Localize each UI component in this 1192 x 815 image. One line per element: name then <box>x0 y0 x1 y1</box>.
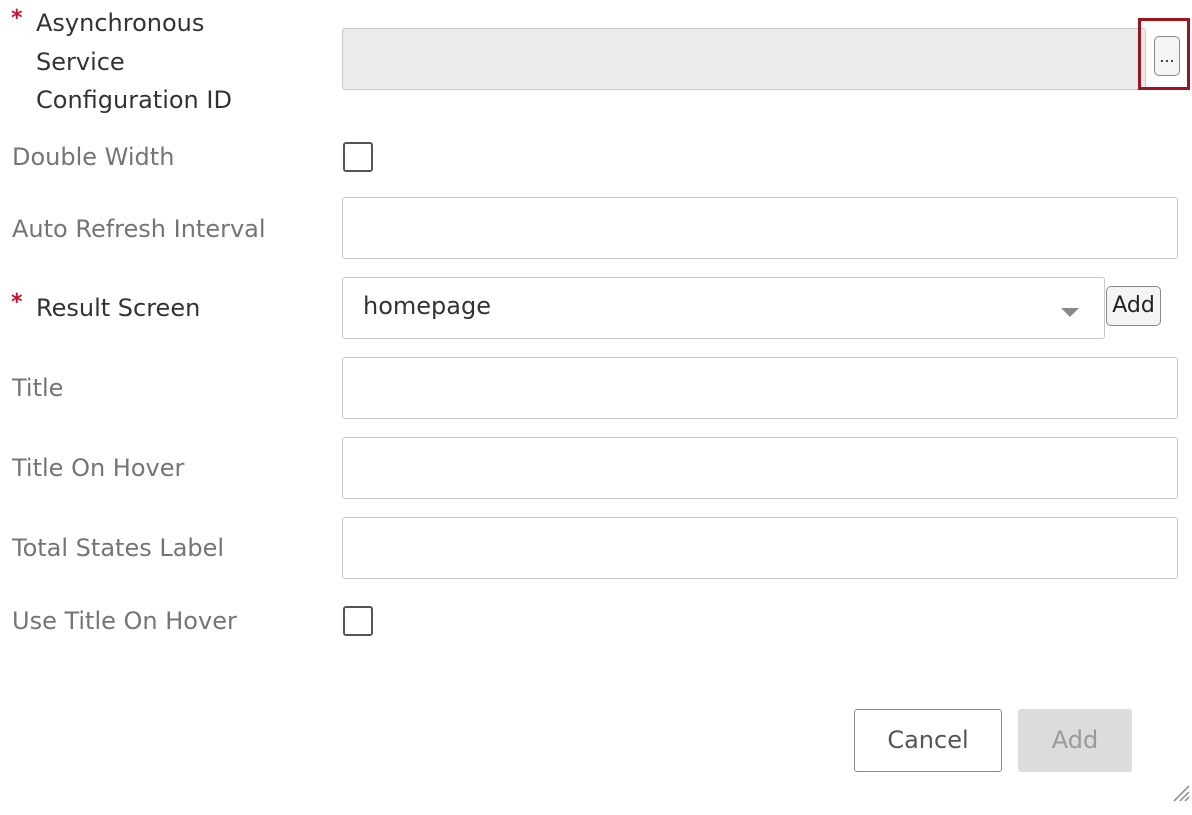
async-service-config-label: Asynchronous Service Configuration ID <box>36 4 232 120</box>
async-service-config-label-line-2: Service <box>36 47 125 76</box>
required-marker: * <box>11 6 23 31</box>
use-title-on-hover-label: Use Title On Hover <box>12 607 237 635</box>
result-screen-selected-value: homepage <box>363 292 491 320</box>
resize-grip-icon[interactable] <box>1170 780 1190 802</box>
async-service-config-label-line-3: Configuration ID <box>36 86 232 114</box>
cancel-button[interactable]: Cancel <box>854 709 1002 772</box>
double-width-checkbox[interactable] <box>343 142 373 172</box>
use-title-on-hover-checkbox[interactable] <box>343 606 373 636</box>
chevron-down-icon <box>1061 308 1079 317</box>
widget-config-form: * Asynchronous Service Configuration ID … <box>0 0 1192 815</box>
lookup-button[interactable]: ... <box>1154 36 1180 76</box>
add-button[interactable]: Add <box>1018 709 1132 772</box>
auto-refresh-interval-label: Auto Refresh Interval <box>12 215 266 243</box>
async-service-config-field <box>342 28 1146 90</box>
title-on-hover-label: Title On Hover <box>12 454 185 482</box>
title-input[interactable] <box>342 357 1178 419</box>
total-states-label-label: Total States Label <box>12 534 225 562</box>
required-marker: * <box>11 290 23 315</box>
total-states-label-input[interactable] <box>342 517 1178 579</box>
auto-refresh-interval-input[interactable] <box>342 197 1178 259</box>
async-service-config-label-line-1: Asynchronous <box>36 9 205 37</box>
result-screen-select[interactable]: homepage <box>342 277 1105 339</box>
add-result-screen-button[interactable]: Add <box>1106 286 1161 326</box>
title-on-hover-input[interactable] <box>342 437 1178 499</box>
title-label: Title <box>12 374 64 402</box>
result-screen-label: Result Screen <box>36 294 201 322</box>
double-width-label: Double Width <box>12 143 175 171</box>
